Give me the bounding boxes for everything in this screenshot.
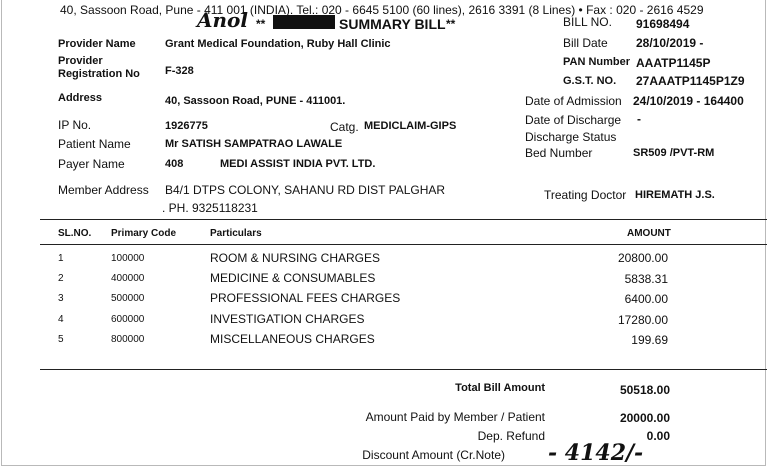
address-label: Address (58, 92, 103, 104)
address-value: 40, Sassoon Road, PUNE - 411001. (165, 95, 346, 107)
table-top-rule (40, 219, 767, 220)
member-address-line2: . PH. 9325118231 (162, 201, 258, 215)
ip-label: IP No. (58, 118, 92, 132)
payer-label: Payer Name (58, 157, 125, 171)
row-sl: 4 (58, 314, 64, 325)
catg-label: Catg. (330, 120, 359, 134)
row-particulars: PROFESSIONAL FEES CHARGES (210, 291, 401, 305)
row-code: 500000 (111, 293, 145, 304)
catg-value: MEDICLAIM-GIPS (364, 120, 457, 132)
discount-label: Discount Amount (Cr.Note) (362, 448, 505, 462)
patient-name-value: Mr SATISH SAMPATRAO LAWALE (165, 138, 343, 150)
title-stars-left: ** (256, 17, 266, 31)
admission-label: Date of Admission (525, 94, 622, 108)
row-amount: 5838.31 (624, 272, 668, 286)
row-amount: 17280.00 (617, 313, 668, 327)
row-particulars: MEDICINE & CONSUMABLES (210, 271, 376, 285)
row-code: 100000 (111, 253, 145, 264)
bill-date-label: Bill Date (563, 36, 608, 50)
row-amount: 6400.00 (624, 292, 668, 306)
handwritten-annotation: Anol (197, 8, 248, 32)
discharge-label: Date of Discharge (525, 113, 622, 127)
bill-no-label: BILL NO. (563, 15, 612, 29)
ip-value: 1926775 (165, 120, 208, 132)
title-stars-right: ** (446, 17, 456, 31)
provider-reg-label-1: Provider (58, 55, 103, 67)
member-address-line1: B4/1 DTPS COLONY, SAHANU RD DIST PALGHAR (165, 183, 446, 197)
total-value: 50518.00 (619, 383, 670, 397)
row-code: 600000 (111, 314, 145, 325)
row-amount: 20800.00 (617, 251, 668, 265)
table-header-rule (40, 244, 767, 245)
col-header-particulars: Particulars (210, 228, 262, 239)
redacted-block (273, 15, 335, 29)
provider-name-label: Provider Name (58, 38, 136, 50)
row-particulars: ROOM & NURSING CHARGES (210, 251, 381, 265)
gst-value: 27AAATP1145P1Z9 (636, 74, 745, 88)
row-particulars: INVESTIGATION CHARGES (210, 312, 365, 326)
payer-value: MEDI ASSIST INDIA PVT. LTD. (220, 158, 376, 170)
bed-value: SR509 /PVT-RM (633, 147, 715, 159)
provider-reg-label-2: Registration No (58, 68, 140, 80)
row-amount: 199.69 (631, 333, 668, 347)
col-header-sl: SL.NO. (58, 228, 92, 239)
gst-label: G.S.T. NO. (563, 75, 617, 87)
col-header-amount: AMOUNT (627, 228, 671, 239)
refund-label: Dep. Refund (477, 429, 545, 443)
discharge-status-label: Discharge Status (525, 130, 617, 144)
table-bottom-rule (40, 369, 767, 370)
provider-name-value: Grant Medical Foundation, Ruby Hall Clin… (165, 38, 391, 50)
row-sl: 1 (58, 253, 64, 264)
row-code: 400000 (111, 273, 145, 284)
doctor-label: Treating Doctor (544, 188, 627, 202)
col-header-code: Primary Code (111, 228, 177, 239)
patient-name-label: Patient Name (58, 137, 131, 151)
member-address-label: Member Address (58, 183, 149, 197)
total-label: Total Bill Amount (455, 382, 545, 394)
discharge-value: - (637, 112, 641, 126)
discount-handwritten: - 4142/- (548, 440, 644, 466)
pan-value: AAATP1145P (636, 56, 711, 70)
bed-label: Bed Number (525, 146, 593, 160)
bill-no-value: 91698494 (636, 17, 690, 31)
row-sl: 5 (58, 334, 64, 345)
bill-date-value: 28/10/2019 - (636, 36, 704, 50)
doctor-value: HIREMATH J.S. (635, 189, 715, 201)
paid-value: 20000.00 (619, 411, 670, 425)
payer-code: 408 (165, 158, 184, 170)
row-particulars: MISCELLANEOUS CHARGES (210, 332, 375, 346)
row-sl: 3 (58, 293, 64, 304)
paid-label: Amount Paid by Member / Patient (365, 410, 545, 424)
pan-label: PAN Number (563, 56, 631, 68)
admission-value: 24/10/2019 - 164400 (633, 94, 744, 108)
row-code: 800000 (111, 334, 145, 345)
provider-reg-value: F-328 (165, 65, 194, 77)
page-title: SUMMARY BILL (339, 16, 446, 32)
row-sl: 2 (58, 273, 64, 284)
